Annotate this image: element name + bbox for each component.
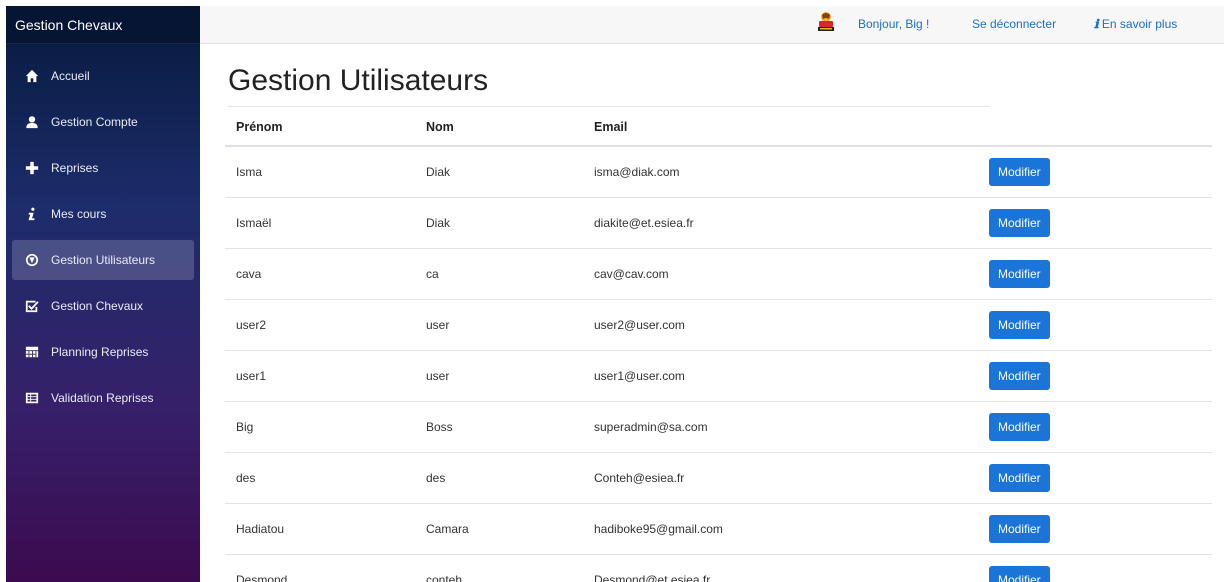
table-row: user2 user user2@user.com Modifier (225, 298, 1212, 350)
modifier-button[interactable]: Modifier (989, 157, 1050, 186)
table-header-row: Prénom Nom Email (225, 108, 1212, 147)
sidebar-item-gestion-utilisateurs[interactable]: Gestion Utilisateurs (12, 240, 194, 280)
logout-link[interactable]: Se déconnecter (972, 17, 1056, 31)
cell-nom: Diak (415, 145, 583, 197)
modifier-button[interactable]: Modifier (989, 259, 1050, 288)
cell-actions: Modifier (987, 451, 1212, 503)
plus-icon (25, 161, 39, 175)
modifier-button[interactable]: Modifier (989, 208, 1050, 237)
user-icon (25, 115, 39, 129)
cell-prenom: user1 (225, 349, 415, 401)
table-row: Big Boss superadmin@sa.com Modifier (225, 400, 1212, 452)
cell-actions: Modifier (987, 553, 1212, 582)
table-row: Hadiatou Camara hadiboke95@gmail.com Mod… (225, 502, 1212, 554)
sidebar-item-validation-reprises[interactable]: Validation Reprises (12, 378, 194, 418)
cell-email: diakite@et.esiea.fr (583, 196, 987, 248)
cell-email: hadiboke95@gmail.com (583, 502, 987, 554)
greeting-link[interactable]: Bonjour, Big ! (858, 17, 929, 31)
cell-nom: user (415, 298, 583, 350)
modifier-button[interactable]: Modifier (989, 463, 1050, 492)
home-icon (25, 69, 39, 83)
sidebar-item-planning-reprises[interactable]: Planning Reprises (12, 332, 194, 372)
modifier-button[interactable]: Modifier (989, 565, 1050, 582)
cell-nom: user (415, 349, 583, 401)
cell-actions: Modifier (987, 400, 1212, 452)
cell-email: isma@diak.com (583, 145, 987, 197)
sidebar-nav: Accueil Gestion Compte Reprises Mes cour… (6, 44, 200, 418)
cell-nom: conteh (415, 553, 583, 582)
sidebar-item-gestion-compte[interactable]: Gestion Compte (12, 102, 194, 142)
modifier-button[interactable]: Modifier (989, 310, 1050, 339)
modifier-button[interactable]: Modifier (989, 361, 1050, 390)
club-logo-icon (816, 11, 836, 33)
users-table: Prénom Nom Email Isma Diak isma@diak.com… (225, 108, 1212, 582)
cell-actions: Modifier (987, 145, 1212, 197)
cell-prenom: Ismaël (225, 196, 415, 248)
cell-prenom: Big (225, 400, 415, 452)
sidebar-item-label: Accueil (51, 69, 90, 83)
cell-actions: Modifier (987, 349, 1212, 401)
calendar-icon (25, 345, 39, 359)
cell-nom: Boss (415, 400, 583, 452)
sidebar-item-reprises[interactable]: Reprises (12, 148, 194, 188)
sidebar-item-accueil[interactable]: Accueil (12, 56, 194, 96)
table-row: Desmond conteh Desmond@et.esiea.fr Modif… (225, 553, 1212, 582)
sidebar-item-label: Validation Reprises (51, 391, 154, 405)
column-header-email: Email (583, 108, 987, 147)
table-icon (25, 391, 39, 405)
cell-email: Desmond@et.esiea.fr (583, 553, 987, 582)
cell-actions: Modifier (987, 502, 1212, 554)
compass-icon (25, 253, 39, 267)
sidebar-item-label: Planning Reprises (51, 345, 149, 359)
sidebar-item-label: Gestion Chevaux (51, 299, 144, 313)
cell-actions: Modifier (987, 298, 1212, 350)
cell-prenom: Isma (225, 145, 415, 197)
sidebar: Gestion Chevaux Accueil Gestion Compte R… (6, 6, 200, 582)
cell-actions: Modifier (987, 247, 1212, 299)
about-link[interactable]: ℹ En savoir plus (1094, 17, 1177, 31)
column-header-prenom: Prénom (225, 108, 415, 147)
title-divider (228, 106, 990, 107)
cell-email: user1@user.com (583, 349, 987, 401)
cell-email: user2@user.com (583, 298, 987, 350)
cell-nom: des (415, 451, 583, 503)
cell-nom: Camara (415, 502, 583, 554)
cell-prenom: Desmond (225, 553, 415, 582)
modifier-button[interactable]: Modifier (989, 412, 1050, 441)
cell-prenom: des (225, 451, 415, 503)
info-icon (25, 207, 39, 221)
page-title: Gestion Utilisateurs (228, 64, 489, 97)
table-row: Isma Diak isma@diak.com Modifier (225, 145, 1212, 197)
top-navbar: Bonjour, Big ! Se déconnecter ℹ En savoi… (200, 6, 1224, 44)
cell-email: superadmin@sa.com (583, 400, 987, 452)
sidebar-item-gestion-chevaux[interactable]: Gestion Chevaux (12, 286, 194, 326)
main-content: Gestion Utilisateurs Prénom Nom Email Is… (200, 44, 1224, 582)
cell-actions: Modifier (987, 196, 1212, 248)
sidebar-item-label: Reprises (51, 161, 99, 175)
table-row: user1 user user1@user.com Modifier (225, 349, 1212, 401)
sidebar-item-label: Gestion Utilisateurs (51, 253, 156, 267)
sidebar-item-mes-cours[interactable]: Mes cours (12, 194, 194, 234)
cell-nom: ca (415, 247, 583, 299)
table-row: cava ca cav@cav.com Modifier (225, 247, 1212, 299)
info-icon: ℹ (1094, 17, 1099, 31)
cell-nom: Diak (415, 196, 583, 248)
table-row: des des Conteh@esiea.fr Modifier (225, 451, 1212, 503)
checkbox-icon (25, 299, 39, 313)
cell-prenom: cava (225, 247, 415, 299)
cell-prenom: Hadiatou (225, 502, 415, 554)
column-header-actions (987, 108, 1212, 147)
cell-email: cav@cav.com (583, 247, 987, 299)
table-row: Ismaël Diak diakite@et.esiea.fr Modifier (225, 196, 1212, 248)
brand-title[interactable]: Gestion Chevaux (6, 6, 200, 44)
modifier-button[interactable]: Modifier (989, 514, 1050, 543)
about-label: En savoir plus (1101, 17, 1178, 31)
cell-prenom: user2 (225, 298, 415, 350)
column-header-nom: Nom (415, 108, 583, 147)
sidebar-item-label: Gestion Compte (51, 115, 138, 129)
cell-email: Conteh@esiea.fr (583, 451, 987, 503)
sidebar-item-label: Mes cours (51, 207, 107, 221)
